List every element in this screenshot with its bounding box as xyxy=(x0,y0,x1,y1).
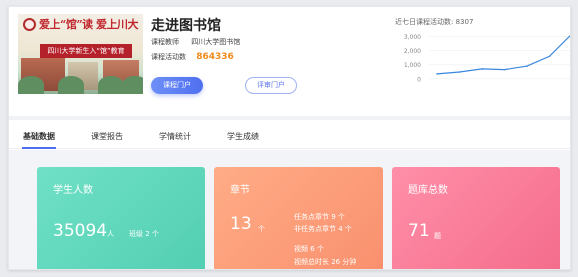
teacher-value: 四川大学图书馆 xyxy=(191,38,241,46)
cover-tree xyxy=(18,76,44,94)
course-cover-image[interactable]: 爱上“馆”读 爱上川大 四川大学新生入“馆”教育 xyxy=(18,14,143,94)
course-title: 走进图书馆 xyxy=(151,18,221,34)
y-tick-label: 0 xyxy=(417,76,421,83)
activity-label: 课程活动数 xyxy=(151,53,186,61)
activity-data-point xyxy=(481,68,483,70)
question-bank-card-title: 题库总数 xyxy=(408,185,448,196)
students-card[interactable]: 学生人数 35094 人 班级 2 个 xyxy=(37,167,205,269)
review-portal-button[interactable]: 评审门户 xyxy=(245,77,297,94)
question-bank-unit: 题 xyxy=(434,232,441,240)
cover-tree xyxy=(122,76,143,94)
y-tick-label: 2,000 xyxy=(404,48,421,55)
non-task-point-chapters: 非任务点章节 4 个 xyxy=(294,225,352,233)
university-seal-icon xyxy=(23,18,36,31)
students-unit: 人 xyxy=(107,230,114,238)
cover-tree xyxy=(58,76,84,94)
cover-banner: 四川大学新生入“馆”教育 xyxy=(40,44,132,58)
chapters-card[interactable]: 章节 13 个 任务点章节 9 个 非任务点章节 4 个 视频 6 个 视频总时… xyxy=(214,167,383,269)
y-tick-label: 3,000 xyxy=(404,34,421,41)
stats-tab-bar: 基础数据 课堂报告 学情统计 学生成绩 xyxy=(9,127,570,149)
video-total-duration: 视频总时长 26 分钟 xyxy=(294,258,357,266)
chapters-count: 13 xyxy=(230,214,252,234)
activity-data-point xyxy=(458,71,461,73)
cover-slogan: 爱上“馆”读 爱上川大 xyxy=(39,18,138,31)
activity-data-point xyxy=(503,68,506,71)
activity-series-line xyxy=(436,34,570,75)
active-tab-indicator xyxy=(22,147,56,149)
activity-data-point xyxy=(526,65,528,67)
activity-chart-title: 近七日课程活动数: 8307 xyxy=(395,18,474,26)
question-bank-card[interactable]: 题库总数 71 题 xyxy=(392,167,560,269)
y-tick-label: 1,000 xyxy=(404,62,421,69)
students-card-title: 学生人数 xyxy=(53,185,93,196)
class-count: 班级 2 个 xyxy=(129,230,159,238)
video-count: 视频 6 个 xyxy=(294,245,324,253)
chapters-unit: 个 xyxy=(258,225,265,233)
teacher-label: 课程教师 xyxy=(151,38,179,46)
tab-class-report[interactable]: 课堂报告 xyxy=(91,131,123,142)
tab-basic-data[interactable]: 基础数据 xyxy=(23,131,55,142)
tab-student-grades[interactable]: 学生成绩 xyxy=(227,131,259,142)
activity-data-point xyxy=(436,73,438,75)
chapters-card-title: 章节 xyxy=(230,185,250,196)
section-divider xyxy=(9,116,570,120)
course-activity-row: 课程活动数 864336 xyxy=(151,52,234,62)
activity-line-chart: 3,000 2,000 1,000 0 xyxy=(404,34,570,83)
question-bank-count: 71 xyxy=(408,221,430,241)
cover-tree xyxy=(98,76,124,94)
activity-data-point xyxy=(548,55,551,58)
activity-count: 864336 xyxy=(196,52,234,62)
course-portal-button[interactable]: 课程门户 xyxy=(151,77,203,94)
students-count: 35094 xyxy=(53,221,108,241)
tab-learning-stats[interactable]: 学情统计 xyxy=(159,131,191,142)
stats-content: 学生人数 35094 人 班级 2 个 章节 13 个 任务点章节 9 个 非任… xyxy=(9,150,570,269)
task-point-chapters: 任务点章节 9 个 xyxy=(294,213,345,221)
course-teacher-row: 课程教师 四川大学图书馆 xyxy=(151,37,240,47)
course-dashboard: 爱上“馆”读 爱上川大 四川大学新生入“馆”教育 走进图书馆 课程教师 四川大学… xyxy=(8,6,571,270)
